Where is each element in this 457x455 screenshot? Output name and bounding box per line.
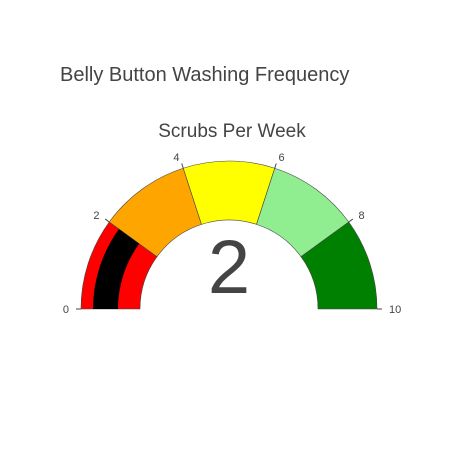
gauge-tick-label-6: 6 (278, 152, 284, 164)
gauge-tick-label-10: 10 (389, 304, 401, 316)
gauge-tick-label-0: 0 (63, 304, 69, 316)
gauge-tick-4 (181, 163, 184, 169)
gauge-tick-label-8: 8 (358, 210, 364, 222)
gauge-tick-2 (104, 218, 110, 223)
gauge-tick-6 (274, 163, 277, 169)
gauge-tick-label-2: 2 (93, 210, 99, 222)
gauge-tick-label-4: 4 (173, 152, 179, 164)
gauge-value-number: 2 (208, 225, 250, 310)
chart-title: Belly Button Washing Frequency (60, 64, 350, 86)
gauge-tick-8 (348, 218, 354, 223)
gauge-subtitle: Scrubs Per Week (158, 121, 306, 142)
gauge-chart: Belly Button Washing Frequency Scrubs Pe… (0, 0, 457, 450)
